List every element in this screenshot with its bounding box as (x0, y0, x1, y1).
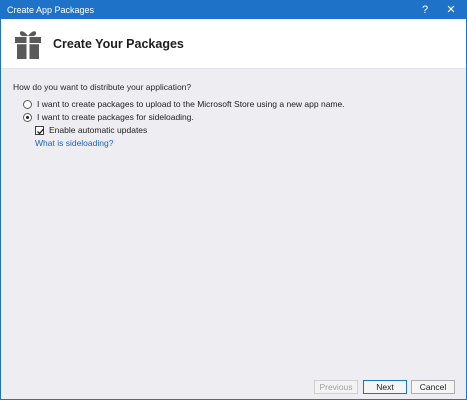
what-is-sideloading-link[interactable]: What is sideloading? (35, 138, 113, 148)
window-title: Create App Packages (7, 5, 95, 15)
sideloading-option[interactable]: I want to create packages for sideloadin… (23, 111, 194, 123)
cancel-button[interactable]: Cancel (411, 380, 455, 394)
gift-package-icon (15, 31, 41, 59)
sideloading-option-radio[interactable] (23, 112, 32, 122)
checkmark-icon (37, 128, 44, 135)
automatic-updates-checkbox[interactable] (35, 125, 44, 135)
distribution-options-panel: How do you want to distribute your appli… (1, 70, 466, 377)
distribution-question: How do you want to distribute your appli… (13, 82, 192, 92)
title-bar[interactable]: Create App Packages ? ✕ (1, 1, 466, 19)
close-button[interactable]: ✕ (439, 1, 463, 19)
store-option-radio[interactable] (23, 99, 32, 109)
help-button[interactable]: ? (413, 1, 437, 19)
store-option-label: I want to create packages to upload to t… (37, 99, 345, 109)
automatic-updates-label: Enable automatic updates (49, 125, 148, 135)
automatic-updates-row[interactable]: Enable automatic updates (35, 124, 147, 136)
page-title: Create Your Packages (53, 37, 184, 51)
next-button[interactable]: Next (363, 380, 407, 394)
sideloading-option-label: I want to create packages for sideloadin… (37, 112, 194, 122)
create-app-packages-window: Create App Packages ? ✕ Create Your Pack… (0, 0, 467, 400)
store-option[interactable]: I want to create packages to upload to t… (23, 98, 345, 110)
previous-button[interactable]: Previous (314, 380, 358, 394)
dialog-footer: Previous Next Cancel (1, 377, 466, 399)
page-header: Create Your Packages (1, 19, 466, 69)
